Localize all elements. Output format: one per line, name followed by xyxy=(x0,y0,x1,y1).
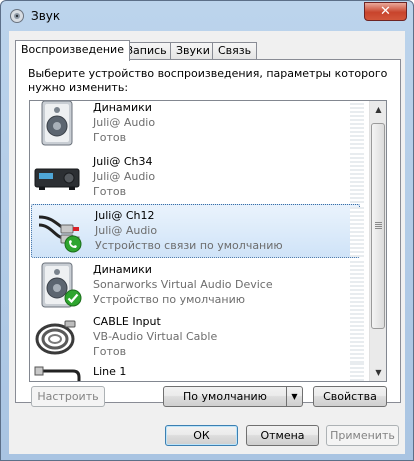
dialog-body: Воспроизведение Запись Звуки Связь Выбер… xyxy=(9,31,405,454)
device-status: Готов xyxy=(93,185,127,198)
set-default-button[interactable]: По умолчанию ▼ xyxy=(163,386,303,407)
scroll-up-arrow-icon[interactable]: ▲ xyxy=(370,101,386,118)
tab-communications[interactable]: Связь xyxy=(212,42,258,60)
tab-playback[interactable]: Воспроизведение xyxy=(15,40,130,61)
device-driver: Juli@ Audio xyxy=(93,116,156,129)
device-name: Динамики xyxy=(93,263,152,276)
receiver-icon xyxy=(34,168,80,190)
sound-dialog: Звук ✕ Воспроизведение Запись Звуки Связ… xyxy=(0,0,414,461)
instruction-text: Выберите устройство воспроизведения, пар… xyxy=(28,67,388,94)
sound-app-icon xyxy=(10,9,24,23)
list-item-selected[interactable]: Juli@ Ch12 Juli@ Audio Устройство связи … xyxy=(31,204,364,258)
device-driver: Juli@ Audio xyxy=(93,170,156,183)
cancel-button[interactable]: Отмена xyxy=(246,425,319,446)
device-status: Устройство связи по умолчанию xyxy=(95,239,283,252)
list-item[interactable]: Juli@ Ch34 Juli@ Audio Готов xyxy=(30,151,370,205)
level-meter xyxy=(350,261,364,311)
configure-button[interactable]: Настроить xyxy=(31,386,105,407)
list-item[interactable]: Динамики Juli@ Audio Готов xyxy=(30,101,370,151)
set-default-label: По умолчанию xyxy=(183,390,267,403)
grip-icon xyxy=(375,222,382,229)
device-status: Готов xyxy=(93,131,127,144)
device-name: CABLE Input xyxy=(93,315,161,328)
dropdown-arrow-icon[interactable]: ▼ xyxy=(286,387,302,406)
tab-sounds[interactable]: Звуки xyxy=(170,42,216,60)
vertical-scrollbar[interactable]: ▲ ▼ xyxy=(369,101,386,381)
device-list[interactable]: Динамики Juli@ Audio Готов Juli@ Ch34 Ju… xyxy=(29,100,387,382)
device-name: Динамики xyxy=(93,101,152,114)
level-meter xyxy=(350,363,364,381)
device-driver: Sonarworks Virtual Audio Device xyxy=(93,278,273,291)
list-item[interactable]: CABLE Input VB-Audio Virtual Cable Готов xyxy=(30,311,370,365)
title-bar[interactable]: Звук ✕ xyxy=(1,1,413,31)
cable-coil-icon xyxy=(35,320,76,355)
playback-panel: Выберите устройство воспроизведения, пар… xyxy=(15,59,401,407)
list-item[interactable]: Line 1 xyxy=(30,361,370,381)
device-status: Готов xyxy=(93,345,127,358)
ok-button[interactable]: ОК xyxy=(165,425,238,446)
scroll-down-arrow-icon[interactable]: ▼ xyxy=(370,364,386,381)
level-meter xyxy=(350,153,364,203)
apply-button[interactable]: Применить xyxy=(326,425,399,446)
device-driver: Juli@ Audio xyxy=(95,224,158,237)
window-title: Звук xyxy=(31,9,61,23)
list-item[interactable]: Динамики Sonarworks Virtual Audio Device… xyxy=(30,259,370,313)
scrollbar-thumb[interactable] xyxy=(371,123,385,329)
properties-button[interactable]: Свойства xyxy=(313,386,387,407)
device-name: Juli@ Ch34 xyxy=(93,155,153,168)
line-cable-icon xyxy=(34,366,81,381)
device-name: Line 1 xyxy=(93,365,127,378)
device-name: Juli@ Ch12 xyxy=(95,209,155,222)
device-status: Устройство по умолчанию xyxy=(93,293,246,306)
level-meter xyxy=(350,207,364,257)
phone-badge-icon xyxy=(64,235,82,253)
check-badge-icon xyxy=(64,289,82,307)
close-button[interactable]: ✕ xyxy=(364,2,407,21)
level-meter xyxy=(350,313,364,363)
level-meter xyxy=(350,101,364,149)
device-driver: VB-Audio Virtual Cable xyxy=(93,330,218,343)
speaker-icon xyxy=(41,101,73,146)
